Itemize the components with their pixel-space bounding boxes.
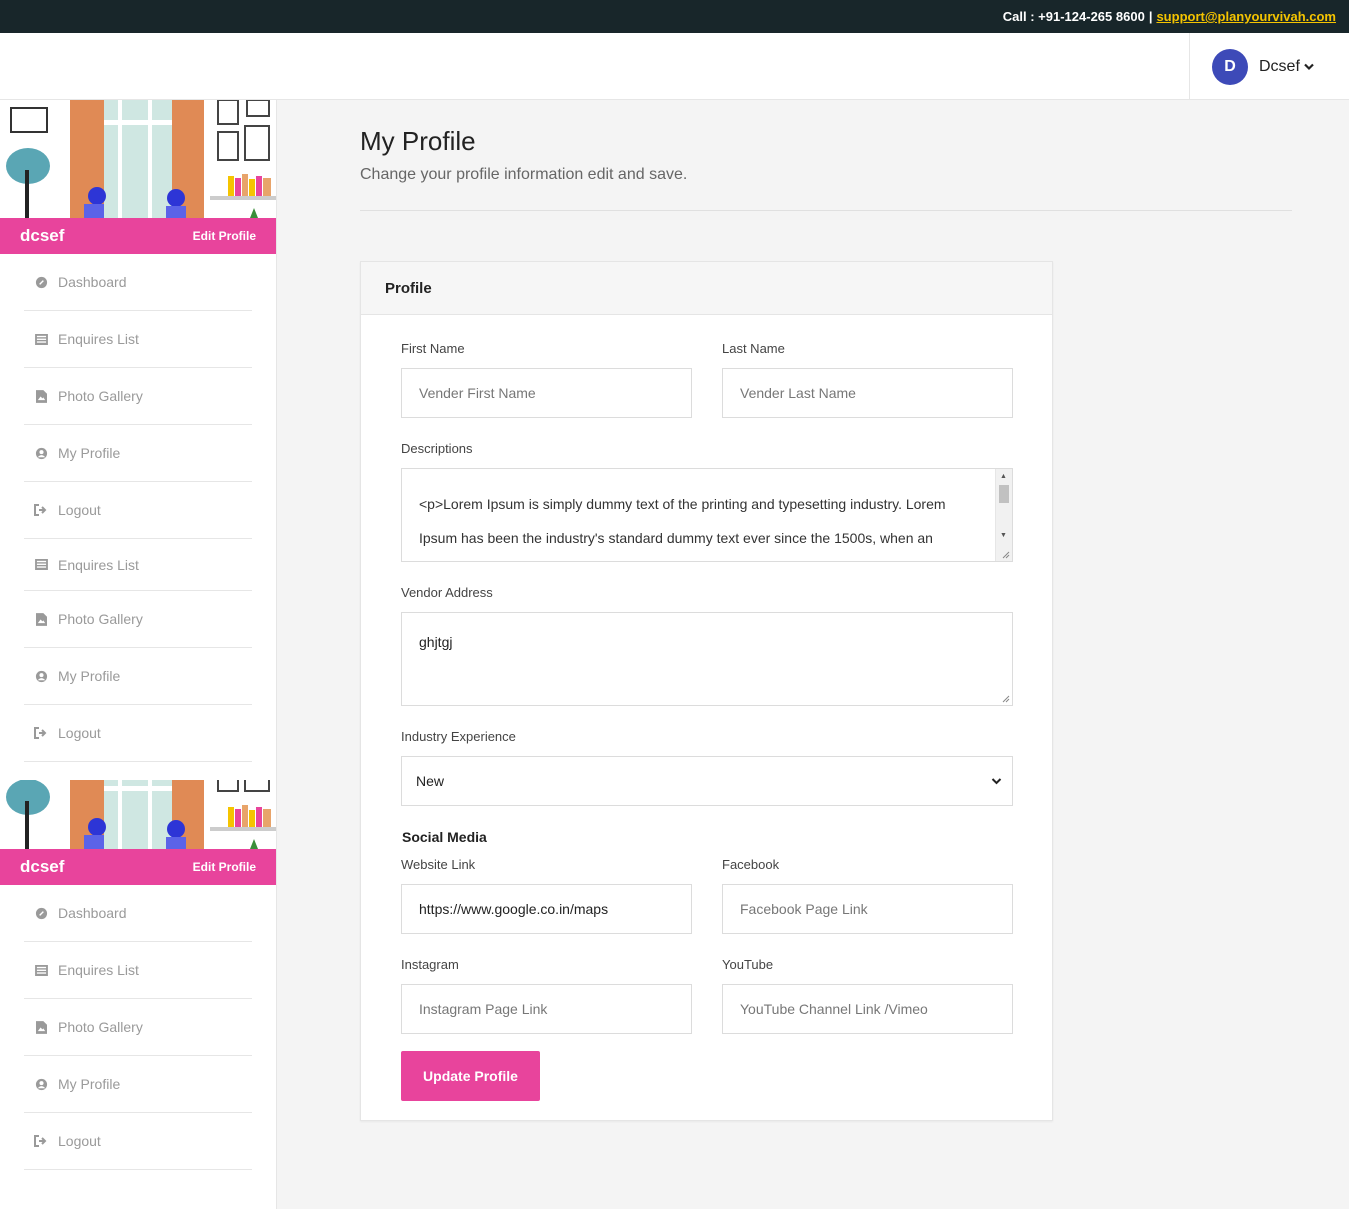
sidebar-item-logout[interactable]: Logout — [24, 705, 252, 762]
site-header: D Dcsef — [0, 33, 1349, 100]
sidebar-item-logout[interactable]: Logout — [24, 482, 252, 539]
descriptions-textarea[interactable]: <p>Lorem Ipsum is simply dummy text of t… — [401, 468, 1013, 562]
profile-cover-illustration — [0, 780, 276, 849]
descriptions-line: <p>Lorem Ipsum is simply dummy text of t… — [419, 496, 946, 512]
sidebar-item-dashboard[interactable]: Dashboard — [24, 885, 252, 942]
descriptions-label: Descriptions — [401, 441, 473, 456]
sidebar-user-name: dcsef — [20, 857, 65, 876]
sidebar-item-label: Photo Gallery — [58, 1019, 143, 1035]
scroll-up-icon[interactable]: ▲ — [1000, 473, 1007, 480]
sidebar-item-label: Logout — [58, 1133, 101, 1149]
sidebar-nav: Dashboard Enquires List Photo Gallery My… — [0, 885, 276, 1170]
sidebar: dcsef Edit Profile Dashboard Enquires Li… — [0, 100, 277, 1209]
vendor-address-label: Vendor Address — [401, 585, 493, 600]
scroll-down-icon[interactable]: ▼ — [1000, 532, 1007, 539]
support-email-link[interactable]: support@planyourvivah.com — [1156, 9, 1336, 24]
sidebar-item-label: My Profile — [58, 668, 121, 684]
sidebar-item-enquires-list[interactable]: Enquires List — [24, 311, 252, 368]
edit-profile-link[interactable]: Edit Profile — [193, 229, 256, 243]
sidebar-user-name: dcsef — [20, 226, 65, 245]
sidebar-item-label: Logout — [58, 502, 101, 518]
user-menu[interactable]: D Dcsef — [1189, 33, 1349, 100]
sidebar-item-my-profile[interactable]: My Profile — [24, 425, 252, 482]
vendor-address-textarea[interactable]: ghjtgj — [401, 612, 1013, 706]
first-name-input[interactable]: Vender First Name — [401, 368, 692, 418]
descriptions-scrollbar[interactable]: ▲ ▼ — [995, 469, 1012, 561]
image-icon — [34, 1020, 48, 1034]
descriptions-text: <p>Lorem Ipsum is simply dummy text of t… — [419, 487, 989, 555]
dashboard-icon — [34, 906, 48, 920]
user-name[interactable]: Dcsef — [1259, 58, 1300, 76]
descriptions-line: Ipsum has been the industry's standard d… — [419, 530, 933, 546]
industry-experience-select[interactable]: New — [401, 756, 1013, 806]
social-media-heading: Social Media — [402, 829, 487, 845]
list-icon — [34, 332, 48, 346]
last-name-label: Last Name — [722, 341, 785, 356]
website-link-input[interactable]: https://www.google.co.in/maps — [401, 884, 692, 934]
sidebar-item-enquires-list[interactable]: Enquires List — [24, 539, 252, 591]
sidebar-item-label: Dashboard — [58, 274, 127, 290]
sidebar-item-photo-gallery[interactable]: Photo Gallery — [24, 591, 252, 648]
profile-card: Profile First Name Vender First Name Las… — [360, 261, 1053, 1121]
youtube-input[interactable]: YouTube Channel Link /Vimeo — [722, 984, 1013, 1034]
profile-banner: dcsef Edit Profile — [0, 218, 276, 254]
page-title: My Profile — [360, 126, 476, 156]
industry-experience-label: Industry Experience — [401, 729, 516, 744]
logout-icon — [34, 1134, 48, 1148]
sidebar-item-photo-gallery[interactable]: Photo Gallery — [24, 368, 252, 425]
divider — [360, 210, 1292, 211]
avatar[interactable]: D — [1212, 48, 1248, 85]
sidebar-item-label: Enquires List — [58, 556, 139, 573]
top-contact-bar: Call : +91-124-265 8600 | support@planyo… — [0, 0, 1349, 33]
sidebar-item-label: My Profile — [58, 1076, 121, 1092]
vendor-address-value: ghjtgj — [419, 634, 453, 650]
selected-value: New — [416, 773, 445, 789]
facebook-input[interactable]: Facebook Page Link — [722, 884, 1013, 934]
chevron-down-icon — [991, 778, 1002, 785]
profile-cover-illustration — [0, 100, 276, 218]
first-name-label: First Name — [401, 341, 465, 356]
list-icon — [34, 558, 48, 572]
sidebar-item-photo-gallery[interactable]: Photo Gallery — [24, 999, 252, 1056]
edit-profile-link[interactable]: Edit Profile — [193, 860, 256, 874]
sidebar-nav: Dashboard Enquires List Photo Gallery My… — [0, 254, 276, 762]
update-profile-button[interactable]: Update Profile — [401, 1051, 540, 1101]
user-icon — [34, 1077, 48, 1091]
sidebar-item-enquires-list[interactable]: Enquires List — [24, 942, 252, 999]
instagram-label: Instagram — [401, 957, 459, 972]
youtube-label: YouTube — [722, 957, 774, 972]
sidebar-item-label: Enquires List — [58, 962, 139, 978]
scroll-thumb[interactable] — [999, 485, 1009, 503]
logout-icon — [34, 503, 48, 517]
sidebar-item-label: Logout — [58, 725, 101, 741]
dashboard-icon — [34, 275, 48, 289]
resize-handle-icon[interactable] — [1000, 549, 1010, 559]
sidebar-item-my-profile[interactable]: My Profile — [24, 648, 252, 705]
website-link-label: Website Link — [401, 857, 476, 872]
resize-handle-icon[interactable] — [1000, 693, 1010, 703]
facebook-label: Facebook — [722, 857, 780, 872]
separator: | — [1148, 9, 1153, 24]
image-icon — [34, 612, 48, 626]
last-name-input[interactable]: Vender Last Name — [722, 368, 1013, 418]
sidebar-item-my-profile[interactable]: My Profile — [24, 1056, 252, 1113]
sidebar-item-label: Enquires List — [58, 331, 139, 347]
user-icon — [34, 446, 48, 460]
profile-banner: dcsef Edit Profile — [0, 849, 276, 885]
user-icon — [34, 669, 48, 683]
sidebar-item-label: Dashboard — [58, 905, 127, 921]
page-subtitle: Change your profile information edit and… — [360, 166, 688, 183]
call-text: Call : +91-124-265 8600 — [1002, 9, 1145, 24]
chevron-down-icon[interactable] — [1304, 63, 1314, 71]
sidebar-item-logout[interactable]: Logout — [24, 1113, 252, 1170]
instagram-input[interactable]: Instagram Page Link — [401, 984, 692, 1034]
list-icon — [34, 963, 48, 977]
sidebar-item-label: My Profile — [58, 445, 121, 461]
logout-icon — [34, 726, 48, 740]
sidebar-item-label: Photo Gallery — [58, 388, 143, 404]
image-icon — [34, 389, 48, 403]
sidebar-item-label: Photo Gallery — [58, 611, 143, 627]
sidebar-item-dashboard[interactable]: Dashboard — [24, 254, 252, 311]
card-title: Profile — [361, 262, 1052, 315]
